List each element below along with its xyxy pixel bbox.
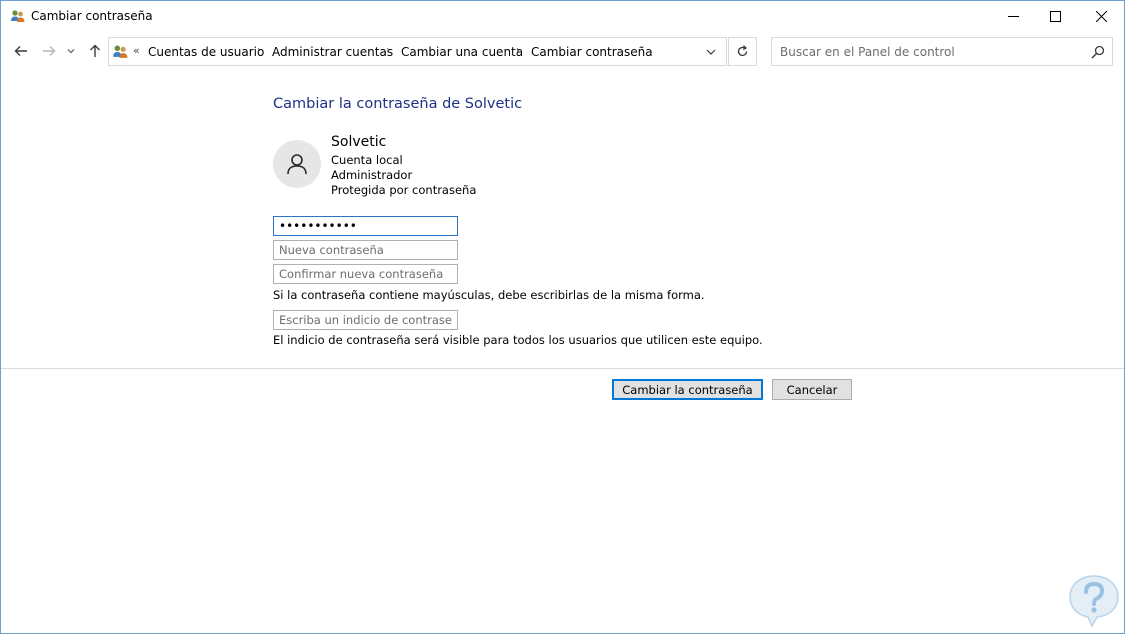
- breadcrumb-separator[interactable]: ›: [516, 45, 520, 56]
- search-icon[interactable]: [1090, 44, 1106, 60]
- confirm-password-field[interactable]: [273, 264, 458, 284]
- help-watermark-icon: [1069, 575, 1119, 628]
- arrow-right-icon: [43, 46, 56, 56]
- case-sensitivity-note: Si la contraseña contiene mayúsculas, de…: [273, 288, 705, 302]
- window: Cambiar contraseña « Cuentas de usuario …: [0, 0, 1125, 634]
- address-dropdown-button[interactable]: [701, 42, 721, 62]
- breadcrumb-cuentas-de-usuario[interactable]: Cuentas de usuario: [148, 45, 264, 59]
- chevron-down-icon: [706, 49, 716, 55]
- breadcrumb-separator[interactable]: ›: [386, 45, 390, 56]
- breadcrumb-cambiar-contrasena[interactable]: Cambiar contraseña: [531, 45, 653, 59]
- new-password-field[interactable]: [273, 240, 458, 260]
- up-button[interactable]: [85, 41, 105, 61]
- account-type: Cuenta local: [331, 153, 403, 167]
- breadcrumb-cambiar-una-cuenta[interactable]: Cambiar una cuenta: [401, 45, 523, 59]
- hint-visibility-note: El indicio de contraseña será visible pa…: [273, 333, 763, 347]
- close-button[interactable]: [1078, 1, 1124, 32]
- change-password-button[interactable]: Cambiar la contraseña: [612, 379, 763, 400]
- breadcrumb-separator[interactable]: ›: [257, 45, 261, 56]
- title-bar: Cambiar contraseña: [1, 1, 1124, 32]
- user-name: Solvetic: [331, 134, 387, 150]
- breadcrumb-administrar-cuentas[interactable]: Administrar cuentas: [272, 45, 393, 59]
- maximize-button[interactable]: [1032, 1, 1078, 32]
- minimize-icon: [1007, 16, 1019, 17]
- account-role: Administrador: [331, 168, 413, 182]
- arrow-left-icon: [14, 46, 27, 56]
- address-bar[interactable]: « Cuentas de usuario › Administrar cuent…: [108, 37, 727, 66]
- refresh-icon: [737, 45, 748, 57]
- chevron-down-icon: [67, 49, 75, 54]
- refresh-button[interactable]: [728, 37, 757, 66]
- search-input[interactable]: [780, 44, 1080, 60]
- close-icon: [1095, 11, 1107, 22]
- users-icon: [11, 10, 25, 22]
- minimize-button[interactable]: [990, 1, 1036, 32]
- arrow-up-icon: [90, 44, 100, 57]
- address-overflow-button[interactable]: «: [133, 44, 140, 57]
- page-title: Cambiar la contraseña de Solvetic: [273, 96, 523, 112]
- password-hint-field[interactable]: [273, 310, 458, 330]
- avatar: [273, 140, 321, 188]
- account-status: Protegida por contraseña: [331, 183, 477, 197]
- current-password-field[interactable]: [273, 216, 458, 236]
- user-icon: [287, 154, 307, 175]
- divider: [1, 368, 1124, 369]
- maximize-icon: [1049, 11, 1061, 22]
- cancel-button[interactable]: Cancelar: [772, 379, 852, 400]
- back-button[interactable]: [11, 41, 31, 61]
- search-box[interactable]: [771, 37, 1113, 66]
- forward-button[interactable]: [39, 41, 59, 61]
- recent-locations-button[interactable]: [64, 41, 78, 61]
- users-icon: [113, 45, 128, 58]
- window-title: Cambiar contraseña: [31, 9, 153, 23]
